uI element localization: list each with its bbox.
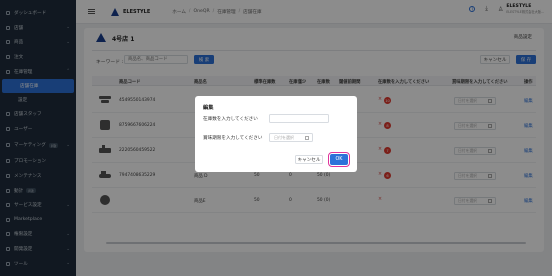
date-placeholder: 日付を選択 [274, 134, 294, 140]
edit-modal: 編集 在庫数を入力してください 賞味期限を入力してください 日付を選択 キャンセ… [195, 96, 357, 172]
calendar-icon [305, 136, 309, 140]
modal-cancel-button[interactable]: キャンセル [295, 155, 323, 164]
expiry-input-label: 賞味期限を入力してください [203, 136, 263, 141]
modal-ok-button[interactable]: OK [328, 152, 350, 167]
expiry-date-picker[interactable]: 日付を選択 [269, 133, 313, 142]
stock-input[interactable] [269, 114, 329, 123]
modal-title: 編集 [203, 105, 214, 111]
stock-input-label: 在庫数を入力してください [203, 117, 258, 122]
